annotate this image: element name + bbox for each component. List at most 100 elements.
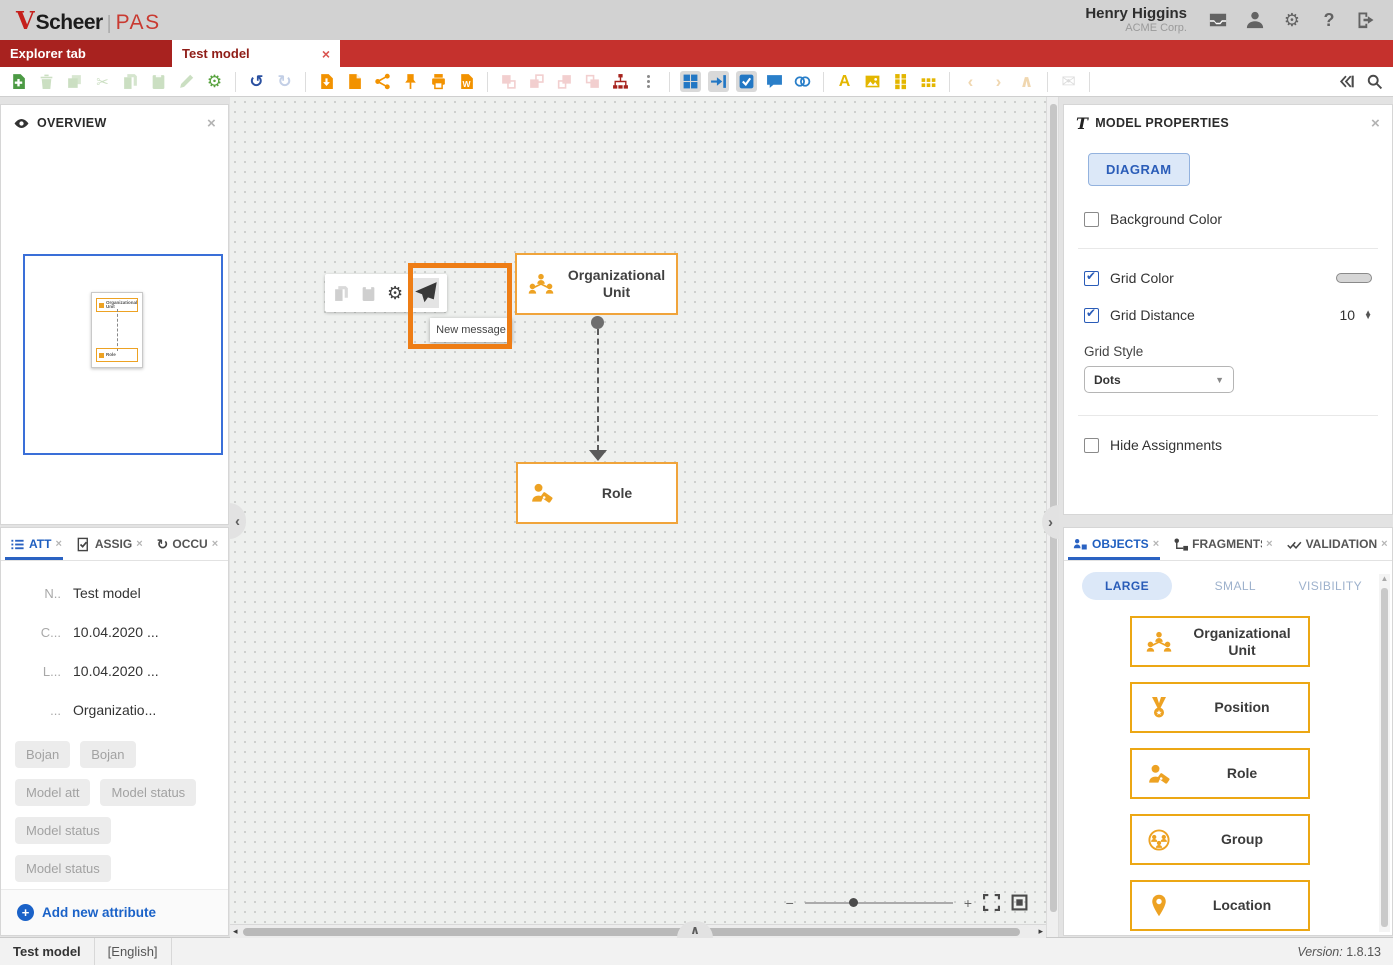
tab-validation[interactable]: VALIDATION × bbox=[1280, 528, 1393, 560]
quantity-stepper[interactable]: ▲ ▼ bbox=[1364, 311, 1372, 320]
import-icon[interactable] bbox=[316, 71, 337, 92]
multi-select-icon[interactable] bbox=[736, 71, 757, 92]
attribute-value[interactable]: 10.04.2020 ... bbox=[73, 624, 159, 640]
comments-icon[interactable] bbox=[764, 71, 785, 92]
tab-objects[interactable]: OBJECTS × bbox=[1066, 528, 1166, 560]
size-tab-small[interactable]: SMALL bbox=[1215, 579, 1256, 593]
node-organizational-unit[interactable]: Organizational Unit bbox=[515, 253, 678, 315]
paste-icon[interactable] bbox=[360, 284, 377, 302]
more-options-icon[interactable] bbox=[638, 71, 659, 92]
diagram-canvas[interactable]: ⚙ New message Organizational Unit Role − bbox=[230, 97, 1046, 938]
word-export-icon[interactable]: W bbox=[456, 71, 477, 92]
close-icon[interactable]: × bbox=[1381, 538, 1387, 550]
new-message-button[interactable] bbox=[413, 278, 439, 308]
grid-small-icon[interactable] bbox=[890, 71, 911, 92]
attribute-value[interactable]: 10.04.2020 ... bbox=[73, 663, 159, 679]
delete-icon[interactable] bbox=[36, 71, 57, 92]
export-icon[interactable] bbox=[344, 71, 365, 92]
image-tool-icon[interactable] bbox=[862, 71, 883, 92]
undo-icon[interactable]: ↺ bbox=[246, 71, 267, 92]
close-icon[interactable]: × bbox=[1266, 538, 1272, 550]
hierarchy-icon[interactable] bbox=[610, 71, 631, 92]
settings-gear-icon[interactable]: ⚙ bbox=[1281, 9, 1303, 31]
nav-up-icon[interactable]: ∧ bbox=[1016, 71, 1037, 92]
connection-source-handle[interactable] bbox=[591, 316, 604, 329]
status-language-selector[interactable]: [English] bbox=[95, 938, 172, 965]
close-icon[interactable]: × bbox=[1153, 538, 1159, 550]
copy-icon[interactable] bbox=[333, 284, 350, 302]
help-icon[interactable]: ? bbox=[1318, 9, 1340, 31]
settings-gear-icon[interactable]: ⚙ bbox=[387, 284, 403, 302]
fullscreen-icon[interactable] bbox=[983, 894, 1000, 911]
edit-pencil-icon[interactable] bbox=[176, 71, 197, 92]
tab-explorer[interactable]: Explorer tab bbox=[0, 40, 172, 67]
message-icon[interactable]: ✉ bbox=[1058, 71, 1079, 92]
grid-style-select[interactable]: Dots ▼ bbox=[1084, 366, 1234, 393]
cut-icon[interactable]: ✂ bbox=[92, 71, 113, 92]
print-icon[interactable] bbox=[428, 71, 449, 92]
inbox-tray-icon[interactable] bbox=[1207, 9, 1229, 31]
palette-item-location[interactable]: Location bbox=[1130, 880, 1310, 931]
settings-gear-icon[interactable]: ⚙ bbox=[204, 71, 225, 92]
scroll-right-icon[interactable]: ▸ bbox=[1038, 926, 1043, 937]
horizontal-scrollbar[interactable]: ◂ ▸ bbox=[230, 924, 1046, 938]
arrange-send-back-icon[interactable] bbox=[582, 71, 603, 92]
new-model-icon[interactable] bbox=[8, 71, 29, 92]
size-tab-large[interactable]: LARGE bbox=[1082, 572, 1172, 600]
arrange-bring-forward-icon[interactable] bbox=[498, 71, 519, 92]
tab-assignments[interactable]: ASSIG × bbox=[69, 528, 150, 560]
palette-item-group[interactable]: Group bbox=[1130, 814, 1310, 865]
zoom-slider-thumb[interactable] bbox=[849, 898, 858, 907]
close-icon[interactable]: × bbox=[55, 538, 61, 550]
align-grid-icon[interactable] bbox=[680, 71, 701, 92]
scroll-left-icon[interactable]: ◂ bbox=[233, 926, 238, 937]
diagram-button[interactable]: DIAGRAM bbox=[1088, 153, 1190, 186]
attribute-value[interactable]: Test model bbox=[73, 585, 141, 601]
close-icon[interactable]: × bbox=[212, 538, 218, 550]
text-tool-icon[interactable]: A bbox=[834, 71, 855, 92]
user-icon[interactable] bbox=[1244, 9, 1266, 31]
fit-to-screen-icon[interactable] bbox=[1011, 894, 1028, 911]
arrange-send-backward-icon[interactable] bbox=[526, 71, 547, 92]
grid-distance-value[interactable]: 10 bbox=[1340, 307, 1356, 323]
close-icon[interactable]: × bbox=[207, 115, 216, 132]
grid-color-swatch[interactable] bbox=[1336, 273, 1372, 283]
add-attribute-button[interactable]: + Add new attribute bbox=[1, 889, 228, 935]
size-tab-visibility[interactable]: VISIBILITY bbox=[1299, 579, 1362, 593]
paste-icon[interactable] bbox=[148, 71, 169, 92]
close-icon[interactable]: × bbox=[322, 46, 330, 62]
toggle-view-icon[interactable] bbox=[792, 71, 813, 92]
zoom-out-button[interactable]: − bbox=[786, 895, 794, 911]
redo-icon[interactable]: ↻ bbox=[274, 71, 295, 92]
nav-left-icon[interactable]: ‹ bbox=[960, 71, 981, 92]
dock-panel-icon[interactable] bbox=[708, 71, 729, 92]
grid-distance-checkbox[interactable] bbox=[1084, 308, 1099, 323]
duplicate-icon[interactable] bbox=[64, 71, 85, 92]
grid-color-checkbox[interactable] bbox=[1084, 271, 1099, 286]
palette-scrollbar[interactable]: ▲ bbox=[1379, 574, 1390, 932]
share-icon[interactable] bbox=[372, 71, 393, 92]
minimap-viewport[interactable]: Organizational Unit Role bbox=[23, 254, 223, 455]
logout-icon[interactable] bbox=[1355, 9, 1377, 31]
nav-right-icon[interactable]: › bbox=[988, 71, 1009, 92]
tab-attributes[interactable]: ATT × bbox=[3, 528, 69, 560]
palette-item-organizational-unit[interactable]: Organizational Unit bbox=[1130, 616, 1310, 667]
palette-item-role[interactable]: Role bbox=[1130, 748, 1310, 799]
background-color-checkbox[interactable] bbox=[1084, 212, 1099, 227]
arrange-bring-front-icon[interactable] bbox=[554, 71, 575, 92]
horizontal-scrollbar-thumb[interactable] bbox=[243, 928, 1020, 936]
connection-edge[interactable] bbox=[597, 329, 599, 451]
copy-icon[interactable] bbox=[120, 71, 141, 92]
tab-fragments[interactable]: FRAGMENTS × bbox=[1166, 528, 1279, 560]
node-role[interactable]: Role bbox=[516, 462, 678, 524]
zoom-slider[interactable] bbox=[805, 896, 953, 910]
close-icon[interactable]: × bbox=[136, 538, 142, 550]
palette-item-position[interactable]: Position bbox=[1130, 682, 1310, 733]
scroll-up-icon[interactable]: ▲ bbox=[1379, 574, 1390, 583]
spin-down-icon[interactable]: ▼ bbox=[1364, 315, 1372, 319]
hide-assignments-checkbox[interactable] bbox=[1084, 438, 1099, 453]
collapse-left-icon[interactable] bbox=[1336, 71, 1357, 92]
palette-scrollbar-thumb[interactable] bbox=[1381, 588, 1388, 927]
tab-occurrences[interactable]: ↻ OCCU × bbox=[150, 528, 226, 560]
close-icon[interactable]: × bbox=[1371, 115, 1380, 132]
